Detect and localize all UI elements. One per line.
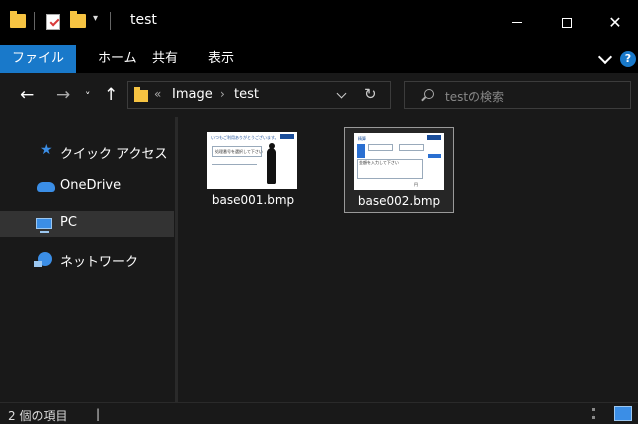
title-bar: ▾ test ✕: [0, 0, 638, 45]
up-button[interactable]: ↑: [104, 87, 118, 104]
thumbnail-logo: [280, 134, 294, 139]
tab-view[interactable]: 表示: [196, 45, 246, 73]
tab-share[interactable]: 共有: [140, 45, 190, 73]
sidebar-item-onedrive[interactable]: OneDrive: [0, 174, 174, 200]
navigation-bar: ← → ˅ ↑ « Image › test ↻ testの検索: [0, 73, 638, 117]
file-name: base002.bmp: [357, 194, 441, 208]
customize-quick-access-icon[interactable]: ▾: [93, 13, 98, 24]
thumbnail-button: [428, 154, 441, 158]
thumbnail-header: 精算: [358, 136, 366, 141]
thumbnail-header: いつもご利用ありがとうございます。: [211, 135, 279, 140]
large-icons-view-icon[interactable]: [614, 406, 632, 421]
sidebar-item-label: クイック アクセス: [60, 147, 168, 162]
folder-icon: [134, 87, 148, 102]
divider: [34, 12, 35, 30]
breadcrumb-separator[interactable]: ›: [220, 87, 225, 101]
file-name: base001.bmp: [211, 193, 295, 207]
ribbon: ファイル ホーム 共有 表示: [0, 45, 638, 73]
star-icon: ★: [40, 142, 53, 158]
file-item-base002[interactable]: 精算 金額を入力して下さい 円 base002.bmp: [344, 127, 454, 213]
search-box[interactable]: testの検索: [404, 81, 631, 109]
file-thumbnail: いつもご利用ありがとうございます。 処理番号を選択して下さい: [207, 132, 297, 189]
tab-file[interactable]: ファイル: [0, 45, 77, 73]
window-title: test: [130, 12, 157, 28]
divider: [110, 12, 111, 30]
thumbnail-box: [368, 144, 393, 151]
thumbnail-text: 金額を入力して下さい: [359, 160, 399, 165]
thumbnail-line: [212, 164, 257, 165]
cloud-icon: [37, 182, 55, 192]
address-dropdown-icon[interactable]: [336, 88, 347, 99]
navigation-pane: ★ クイック アクセス OneDrive PC ネットワーク: [0, 117, 176, 402]
address-bar[interactable]: « Image › test ↻: [127, 81, 391, 109]
file-thumbnail: 精算 金額を入力して下さい 円: [354, 133, 444, 190]
thumbnail-text: 処理番号を選択して下さい: [215, 149, 263, 154]
person-silhouette: [267, 148, 276, 184]
sidebar-item-pc[interactable]: PC: [0, 211, 174, 237]
file-list: いつもご利用ありがとうございます。 処理番号を選択して下さい base001.b…: [178, 117, 638, 402]
breadcrumb-overflow[interactable]: «: [154, 87, 161, 101]
thumbnail-unit: 円: [414, 182, 418, 187]
network-icon: [34, 252, 52, 267]
sidebar-item-label: ネットワーク: [60, 255, 139, 270]
thumbnail-label-block: [357, 144, 365, 158]
properties-icon[interactable]: [46, 14, 60, 30]
thumbnail-box: [399, 144, 424, 151]
file-item-base001[interactable]: いつもご利用ありがとうございます。 処理番号を選択して下さい base001.b…: [198, 127, 308, 213]
status-separator: |: [96, 407, 101, 421]
minimize-button[interactable]: [494, 0, 540, 45]
status-bar: 2 個の項目 |: [0, 402, 638, 424]
close-button[interactable]: ✕: [592, 0, 638, 45]
new-folder-icon[interactable]: [70, 11, 86, 28]
search-icon: [424, 89, 434, 99]
sidebar-item-quick-access[interactable]: ★ クイック アクセス: [0, 139, 174, 165]
sidebar-item-network[interactable]: ネットワーク: [0, 247, 174, 273]
help-icon[interactable]: ?: [620, 51, 636, 67]
expand-ribbon-icon[interactable]: [597, 49, 613, 65]
search-placeholder: testの検索: [445, 90, 505, 104]
breadcrumb-test[interactable]: test: [234, 87, 259, 102]
forward-button[interactable]: →: [56, 87, 70, 104]
refresh-button[interactable]: ↻: [364, 85, 377, 103]
recent-locations-button[interactable]: ˅: [85, 89, 91, 105]
item-count: 2 個の項目: [8, 409, 68, 423]
breadcrumb-image[interactable]: Image: [172, 87, 213, 102]
thumbnail-logo: [427, 135, 441, 140]
folder-icon: [10, 11, 26, 28]
pc-icon: [36, 218, 52, 233]
sidebar-item-label: OneDrive: [60, 178, 122, 193]
sidebar-item-label: PC: [60, 215, 77, 230]
details-view-icon[interactable]: [592, 408, 604, 419]
back-button[interactable]: ←: [20, 87, 34, 104]
maximize-button[interactable]: [544, 0, 590, 45]
